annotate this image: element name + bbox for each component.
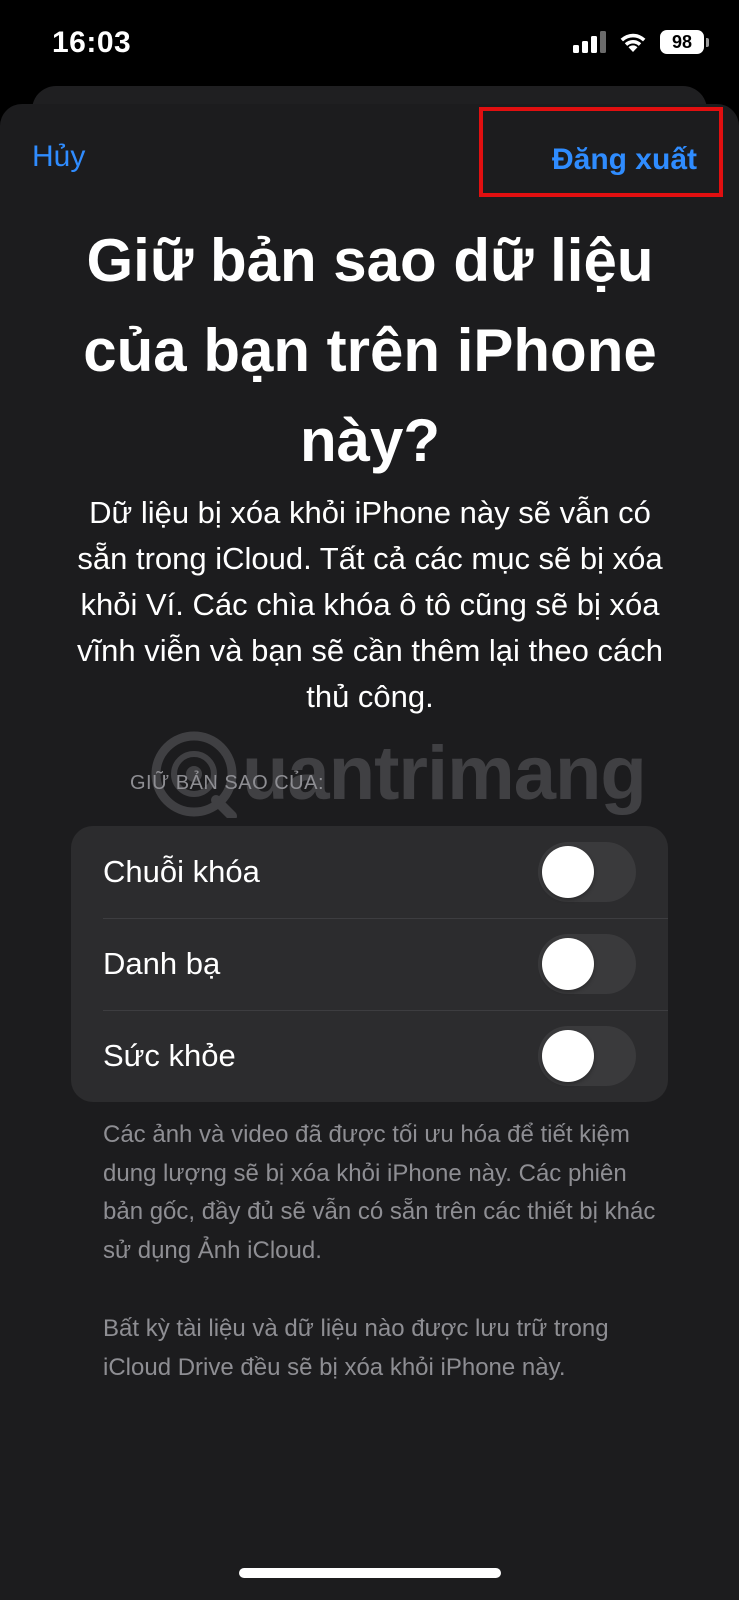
screen: 16:03 98 Hủy Đăng xuất Giữ bản sao dữ li… (0, 0, 739, 1600)
wifi-icon (620, 33, 646, 52)
cancel-button[interactable]: Hủy (32, 140, 85, 174)
battery-level: 98 (671, 32, 693, 52)
toggle-label: Sức khỏe (103, 1038, 236, 1073)
contacts-toggle-switch[interactable] (538, 934, 636, 994)
switch-knob (542, 938, 594, 990)
page-title: Giữ bản sao dữ liệu của bạn trên iPhone … (83, 227, 657, 474)
battery-body: 98 (660, 30, 704, 54)
battery-icon: 98 (660, 30, 709, 54)
status-icons: 98 (573, 30, 709, 54)
home-indicator[interactable] (239, 1568, 501, 1578)
toggle-row-health: Sức khỏe (71, 1010, 668, 1102)
status-bar: 16:03 98 (0, 0, 739, 90)
status-time: 16:03 (52, 26, 132, 59)
switch-knob (542, 846, 594, 898)
description-text: Dữ liệu bị xóa khỏi iPhone này sẽ vẫn có… (77, 495, 663, 714)
toggle-label: Chuỗi khóa (103, 854, 260, 889)
toggle-label: Danh bạ (103, 946, 221, 981)
toggle-list: Chuỗi khóa Danh bạ Sức khỏe (71, 826, 668, 1102)
toggle-row-keychain: Chuỗi khóa (71, 826, 668, 918)
switch-knob (542, 1030, 594, 1082)
photos-note: Các ảnh và video đã được tối ưu hóa để t… (103, 1121, 656, 1264)
highlight-box: Đăng xuất (479, 107, 723, 197)
sign-out-button[interactable]: Đăng xuất (552, 143, 697, 177)
cellular-signal-icon (573, 31, 606, 53)
keychain-toggle-switch[interactable] (538, 842, 636, 902)
section-header: GIỮ BẢN SAO CỦA: (130, 772, 325, 794)
icloud-drive-note: Bất kỳ tài liệu và dữ liệu nào được lưu … (103, 1315, 609, 1381)
health-toggle-switch[interactable] (538, 1026, 636, 1086)
toggle-row-contacts: Danh bạ (71, 918, 668, 1010)
battery-tip (706, 37, 709, 47)
